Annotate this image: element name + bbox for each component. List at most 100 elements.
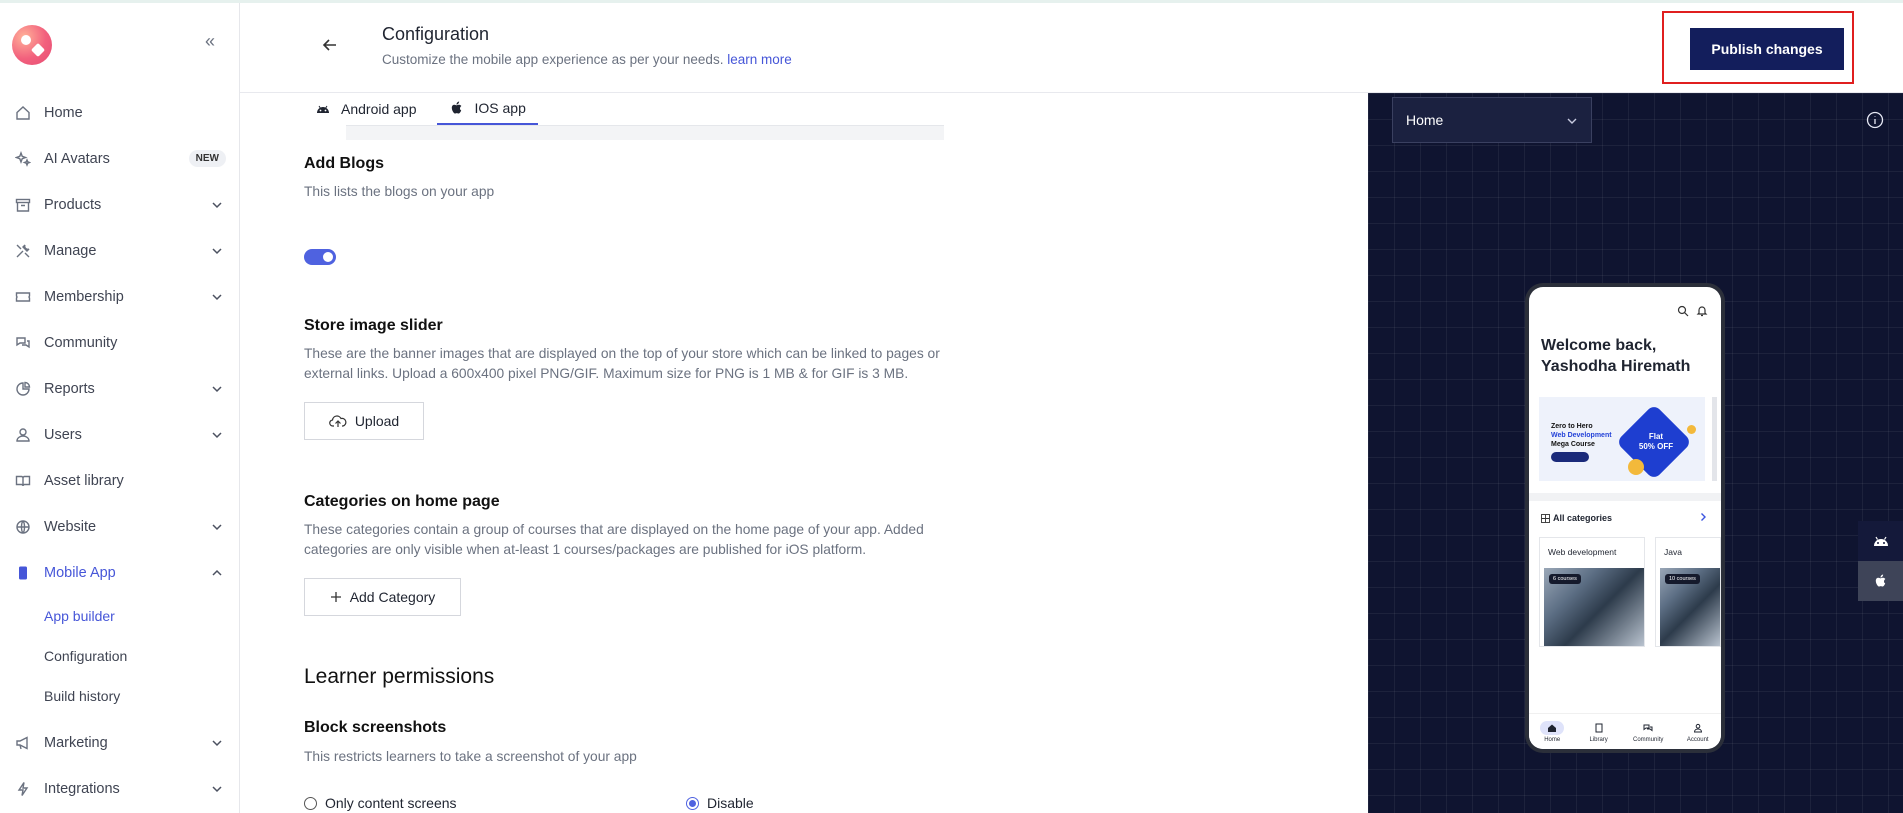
- preview-ios-toggle[interactable]: [1858, 561, 1903, 601]
- tab-label: Library: [1589, 736, 1608, 743]
- chevron-down-icon: [1567, 118, 1577, 124]
- sidebar-item-integrations[interactable]: Integrations: [0, 766, 240, 812]
- sidebar: « Home AI Avatars NEW Products Manage Me…: [0, 3, 240, 813]
- radio-disable[interactable]: Disable: [686, 795, 754, 811]
- tab-ios-app[interactable]: IOS app: [436, 93, 538, 125]
- platform-tabs: Android app IOS app: [303, 93, 546, 125]
- sidebar-item-label: Products: [44, 197, 102, 213]
- app-tab-home: Home: [1540, 720, 1565, 743]
- page-title: Configuration: [382, 24, 490, 44]
- section-title-image-slider: Store image slider: [304, 317, 443, 334]
- banner-decor-dot: [1687, 425, 1696, 434]
- sidebar-item-label: Reports: [44, 381, 95, 397]
- sidebar-item-asset-library[interactable]: Asset library: [0, 458, 240, 504]
- welcome-text: Welcome back, Yashodha Hiremath: [1541, 337, 1691, 375]
- selected-page: Home: [1406, 112, 1444, 128]
- offer-line2: 50% OFF: [1638, 442, 1674, 451]
- chat-icon: [14, 334, 32, 352]
- tools-icon: [14, 242, 32, 260]
- sidebar-item-community[interactable]: Community: [0, 320, 240, 366]
- sidebar-item-website[interactable]: Website: [0, 504, 240, 550]
- app-tab-community: Community: [1633, 721, 1663, 743]
- sidebar-subitem-configuration[interactable]: Configuration: [0, 636, 240, 676]
- learn-more-link[interactable]: learn more: [727, 52, 792, 67]
- collapse-sidebar-icon[interactable]: «: [205, 31, 215, 52]
- section-desc-image-slider: These are the banner images that are dis…: [304, 346, 940, 381]
- app-tab-account: Account: [1686, 721, 1710, 743]
- section-title-block-screenshots: Block screenshots: [304, 719, 447, 736]
- card-title: Java: [1664, 547, 1682, 557]
- sidebar-item-users[interactable]: Users: [0, 412, 240, 458]
- user-icon: [14, 426, 32, 444]
- publish-changes-button[interactable]: Publish changes: [1690, 28, 1844, 70]
- tab-android-app[interactable]: Android app: [303, 93, 429, 125]
- section-desc-categories: These categories contain a group of cour…: [304, 522, 924, 557]
- upload-cloud-icon: [328, 414, 347, 428]
- section-title-add-blogs: Add Blogs: [304, 155, 384, 172]
- apple-icon: [1875, 574, 1885, 587]
- upload-button[interactable]: Upload: [304, 402, 424, 440]
- tab-label: Community: [1633, 736, 1664, 743]
- banner-cta: [1551, 452, 1589, 462]
- sidebar-item-label: Website: [44, 519, 97, 535]
- tab-label: Android app: [341, 101, 417, 117]
- sidebar-item-membership[interactable]: Membership: [0, 274, 240, 320]
- phone-screen: Welcome back, Yashodha Hiremath Zero to …: [1529, 287, 1721, 749]
- sidebar-subitem-app-builder[interactable]: App builder: [0, 596, 240, 636]
- megaphone-icon: [14, 734, 32, 752]
- sidebar-item-home[interactable]: Home: [0, 90, 240, 136]
- sidebar-item-label: Mobile App: [44, 565, 116, 581]
- chevron-down-icon: [212, 202, 222, 209]
- config-content: Android app IOS app Add Blogs This lists…: [240, 93, 1368, 813]
- tab-label: Home: [1544, 736, 1561, 743]
- preview-page-select[interactable]: Home: [1392, 97, 1592, 143]
- section-desc-block-screenshots: This restricts learners to take a screen…: [304, 749, 637, 764]
- sidebar-item-products[interactable]: Products: [0, 182, 240, 228]
- section-divider: [1529, 493, 1721, 501]
- apple-icon: [449, 100, 465, 116]
- app-preview-panel: Home Welcome back, Yashodha Hiremath Zer…: [1368, 93, 1903, 813]
- sidebar-item-ai-avatars[interactable]: AI Avatars NEW: [0, 136, 240, 182]
- sidebar-item-label: Marketing: [44, 735, 108, 751]
- search-icon: [1677, 305, 1689, 317]
- sidebar-item-label: Manage: [44, 243, 97, 259]
- sidebar-subitem-build-history[interactable]: Build history: [0, 676, 240, 716]
- book-icon: [14, 472, 32, 490]
- card-count: 6 courses: [1549, 574, 1581, 584]
- sidebar-item-label: Community: [44, 335, 118, 351]
- home-icon: [1540, 720, 1565, 735]
- preview-android-toggle[interactable]: [1858, 521, 1903, 561]
- sidebar-item-reports[interactable]: Reports: [0, 366, 240, 412]
- chevron-down-icon: [212, 524, 222, 531]
- banner-offer: Flat 50% OFF: [1631, 432, 1681, 452]
- banner-line3: Mega Course: [1551, 441, 1595, 448]
- banner-decor-dot: [1628, 459, 1644, 475]
- sidebar-item-marketing[interactable]: Marketing: [0, 720, 240, 766]
- brand-logo[interactable]: [12, 25, 52, 65]
- chevron-down-icon: [212, 294, 222, 301]
- promo-banner: Zero to Hero Web Development Mega Course…: [1539, 397, 1705, 481]
- banner-line2: Web Development: [1551, 432, 1612, 439]
- radio-only-content-screens[interactable]: Only content screens: [304, 795, 457, 811]
- add-category-button[interactable]: Add Category: [304, 578, 461, 616]
- sidebar-item-label: AI Avatars: [44, 151, 110, 167]
- preview-scrollbar[interactable]: [1712, 397, 1717, 481]
- tabs-underline-bar: [346, 125, 944, 140]
- section-title-categories: Categories on home page: [304, 493, 500, 510]
- add-blogs-toggle[interactable]: [304, 249, 336, 265]
- chevron-right-icon: [1701, 513, 1706, 521]
- home-icon: [14, 104, 32, 122]
- android-icon: [1873, 536, 1888, 546]
- sidebar-item-label: Integrations: [44, 781, 120, 797]
- new-badge: NEW: [188, 150, 226, 167]
- sidebar-item-label: Asset library: [44, 473, 124, 489]
- phone-icon: [14, 564, 32, 582]
- sidebar-item-mobile-app[interactable]: Mobile App: [0, 550, 240, 596]
- user-icon: [1686, 721, 1710, 735]
- info-icon[interactable]: [1866, 111, 1884, 129]
- all-categories-heading: All categories: [1541, 513, 1612, 523]
- sidebar-item-manage[interactable]: Manage: [0, 228, 240, 274]
- category-card: Java 10 courses: [1655, 537, 1721, 647]
- back-arrow-icon[interactable]: [320, 35, 340, 55]
- chevron-down-icon: [212, 432, 222, 439]
